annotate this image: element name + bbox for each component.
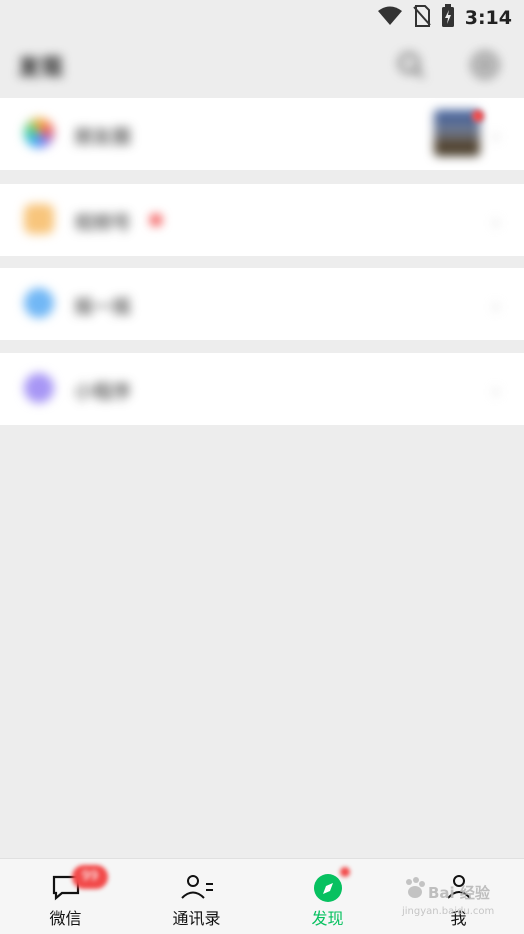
thumbnail-red-dot [472,110,484,122]
add-circle-icon[interactable] [470,50,500,84]
mini-program-icon [24,373,54,403]
compass-icon [312,873,344,909]
contacts-icon [179,873,215,905]
menu-item-shake[interactable]: 摇一摇 › [0,268,524,340]
battery-charging-icon [441,4,455,32]
discover-red-dot [340,867,350,877]
menu-item-moments[interactable]: 朋友圈 › [0,98,524,170]
chevron-right-icon: › [492,294,500,318]
tab-chats[interactable]: 99 微信 [0,859,131,934]
status-time: 3:14 [464,7,512,29]
bottom-tab-bar: 99 微信 通讯录 发现 我 [0,858,524,934]
tab-label: 微信 [49,909,82,928]
chevron-right-icon: › [492,210,500,234]
search-icon[interactable] [396,50,426,84]
shake-icon [24,288,54,318]
person-icon [443,873,475,905]
chevron-right-icon: › [492,124,500,148]
red-dot-badge [150,214,162,226]
menu-item-mini-program[interactable]: 小程序 › [0,353,524,425]
page-header: 发现 [0,36,524,98]
status-bar: 3:14 [0,0,524,36]
unread-badge: 99 [72,865,108,889]
page-title: 发现 [18,56,65,81]
tab-label: 发现 [311,909,344,928]
menu-label: 小程序 [74,381,132,403]
tab-me[interactable]: 我 [393,859,524,934]
wifi-icon [377,6,403,30]
menu-label: 摇一摇 [74,296,132,318]
moments-icon [24,118,54,148]
tab-label: 通讯录 [172,909,221,928]
no-sim-icon [412,5,431,31]
tab-discover[interactable]: 发现 [262,859,393,934]
menu-label: 视频号 [74,212,132,234]
tab-contacts[interactable]: 通讯录 [131,859,262,934]
tab-label: 我 [450,909,467,928]
channels-icon [24,204,54,234]
menu-item-channels[interactable]: 视频号 › [0,184,524,256]
menu-label: 朋友圈 [74,126,132,148]
chevron-right-icon: › [492,379,500,403]
